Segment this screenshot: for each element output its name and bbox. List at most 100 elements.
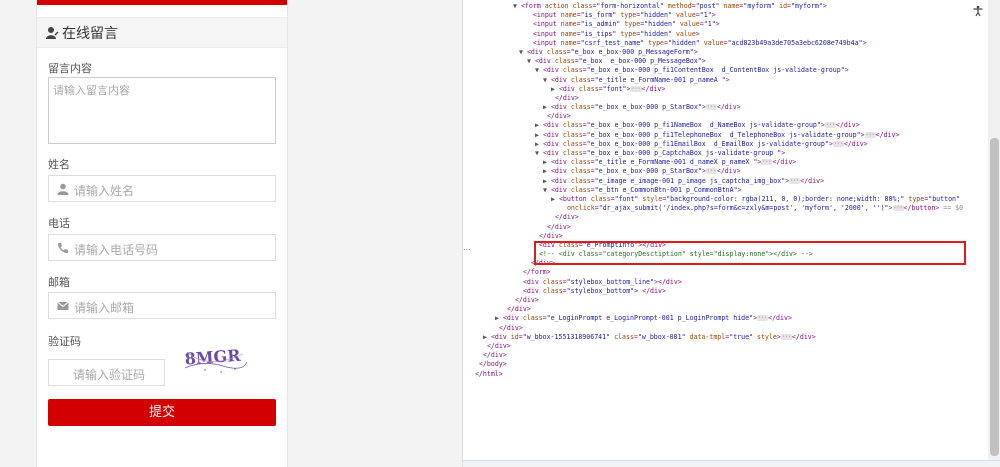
code-token: "form-horizontal" bbox=[596, 2, 664, 10]
dom-node-line[interactable]: </div> bbox=[463, 342, 983, 351]
dom-node-line[interactable]: <input name="csrf_test_name" type="hidde… bbox=[463, 39, 983, 48]
collapsed-content-ellipsis[interactable]: ··· bbox=[705, 168, 717, 175]
dom-node-line[interactable]: </body> bbox=[463, 360, 983, 369]
collapsed-triangle-icon[interactable]: ▶ bbox=[483, 333, 491, 341]
captcha-input[interactable]: 请输入验证码 bbox=[48, 359, 165, 386]
user-icon bbox=[46, 27, 59, 39]
expanded-triangle-icon[interactable]: ▼ bbox=[535, 66, 543, 74]
collapsed-content-ellipsis[interactable]: ··· bbox=[789, 177, 801, 184]
collapsed-triangle-icon[interactable]: ▶ bbox=[535, 131, 543, 139]
dom-node-line[interactable]: ▼ <div class="e_box e_box-000 p_MessageF… bbox=[463, 48, 983, 57]
collapsed-content-ellipsis[interactable]: ··· bbox=[757, 315, 769, 322]
dom-node-line[interactable]: onclick="dr_ajax_submit('/index.php?s=fo… bbox=[463, 204, 983, 213]
dom-node-line[interactable]: ▼ <div class="e_box e_box-000 p_fi1Conte… bbox=[463, 66, 983, 75]
dom-node-line[interactable]: </div> bbox=[463, 112, 983, 121]
collapsed-triangle-icon[interactable]: ▶ bbox=[543, 177, 551, 185]
dom-node-line[interactable]: ▶ <button class="font" style="background… bbox=[463, 195, 983, 204]
dom-node-line[interactable]: </div> bbox=[463, 324, 983, 333]
dom-node-line[interactable]: ▶ <div class="font">···</div> bbox=[463, 85, 983, 94]
expanded-triangle-icon[interactable]: ▼ bbox=[513, 2, 521, 10]
code-token: </div> bbox=[875, 130, 900, 139]
email-input[interactable]: 请输入邮箱 bbox=[48, 292, 276, 319]
dom-node-line[interactable]: ▼ <div class="e_box e_box-000 p_MessageB… bbox=[463, 57, 983, 66]
expanded-triangle-icon[interactable]: ▼ bbox=[519, 48, 527, 56]
code-token: "w_bbox-1551318906741" bbox=[522, 332, 611, 341]
dom-node-line[interactable]: </div> bbox=[463, 213, 983, 222]
code-token: <div bbox=[550, 75, 571, 84]
dom-node-line[interactable]: ▼ <div class="e_box e_box-000 p_CaptchaB… bbox=[463, 149, 983, 158]
collapsed-triangle-icon[interactable]: ▶ bbox=[543, 167, 551, 175]
collapsed-triangle-icon[interactable]: ▶ bbox=[535, 121, 543, 129]
dom-node-line[interactable]: ▼ <form action class="form-horizontal" m… bbox=[463, 2, 983, 11]
expanded-triangle-icon[interactable]: ▼ bbox=[535, 149, 543, 157]
collapsed-content-ellipsis[interactable]: ··· bbox=[864, 131, 876, 138]
collapsed-content-ellipsis[interactable]: ··· bbox=[892, 205, 904, 212]
collapsed-content-ellipsis[interactable]: ··· bbox=[761, 159, 773, 166]
dom-node-line[interactable]: </div> bbox=[463, 223, 983, 232]
dom-node-line[interactable]: </div> bbox=[463, 305, 983, 314]
dom-node-line[interactable]: <div class="stylebox_bottom_line"></div> bbox=[463, 278, 983, 287]
name-input[interactable]: 请输入姓名 bbox=[48, 175, 276, 202]
code-token: data-tmpl bbox=[685, 332, 726, 341]
code-token: <div bbox=[542, 130, 563, 139]
collapsed-content-ellipsis[interactable]: ··· bbox=[705, 104, 717, 111]
dom-node-line[interactable]: </div> bbox=[463, 351, 983, 360]
dom-node-line[interactable]: <div class="stylebox_bottom"> </div> bbox=[463, 287, 983, 296]
code-token: <div bbox=[550, 103, 571, 112]
code-token: <div bbox=[550, 158, 571, 167]
dom-node-line[interactable]: </form> bbox=[463, 268, 983, 277]
collapsed-triangle-icon[interactable]: ▶ bbox=[543, 103, 551, 111]
dom-node-line[interactable]: </div> bbox=[463, 232, 983, 241]
gutter-ellipsis[interactable]: ... bbox=[463, 243, 471, 252]
dom-node-line[interactable]: ▶ <div class="e_box e_box-000 p_StarBox"… bbox=[463, 103, 983, 112]
code-token: </html> bbox=[474, 369, 503, 378]
dom-node-line[interactable]: ▶ <div class="e_box e_box-000 p_StarBox"… bbox=[463, 167, 983, 176]
message-textarea[interactable]: 请输入留言内容 bbox=[48, 77, 276, 144]
collapsed-content-ellipsis[interactable]: ··· bbox=[630, 85, 642, 92]
expanded-triangle-icon[interactable]: ▼ bbox=[527, 57, 535, 65]
dom-node-line[interactable]: ▶ <div class="e_box e_box-000 p_fi1Email… bbox=[463, 140, 983, 149]
code-token: > bbox=[715, 20, 720, 29]
collapsed-content-ellipsis[interactable]: ··· bbox=[824, 122, 836, 129]
code-token: </div> bbox=[835, 121, 860, 130]
dom-node-line[interactable]: </html> bbox=[463, 370, 983, 379]
collapsed-triangle-icon[interactable]: ▶ bbox=[543, 158, 551, 166]
code-token: "button" bbox=[928, 194, 960, 203]
code-token: name bbox=[560, 38, 577, 47]
dom-node-line[interactable]: <input name="is_form" type="hidden" valu… bbox=[463, 11, 983, 20]
phone-input[interactable]: 请输入电话号码 bbox=[48, 234, 276, 261]
dom-node-line[interactable]: ▼ <div class="e_title e_FormName-001 p_n… bbox=[463, 76, 983, 85]
collapsed-content-ellipsis[interactable]: ··· bbox=[780, 333, 792, 340]
code-token: name bbox=[560, 29, 577, 38]
accessibility-icon[interactable] bbox=[970, 3, 986, 19]
collapsed-triangle-icon[interactable]: ▶ bbox=[551, 195, 559, 203]
code-token: "stylebox_bottom" bbox=[566, 286, 635, 295]
collapsed-triangle-icon[interactable]: ▶ bbox=[551, 85, 559, 93]
dom-node-line[interactable]: ▶ <div class="e_image e_image-001 p_imag… bbox=[463, 177, 983, 186]
dom-node-line[interactable]: ▼ <div class="e_btn e_CommonBtn-001 p_Co… bbox=[463, 186, 983, 195]
collapsed-content-ellipsis[interactable]: ··· bbox=[832, 140, 844, 147]
code-token: class bbox=[522, 314, 543, 323]
code-token: </div> bbox=[716, 167, 741, 176]
collapsed-triangle-icon[interactable]: ▶ bbox=[495, 314, 503, 322]
code-token: "e_LoginPrompt e_LoginPrompt-001 p_Login… bbox=[546, 314, 754, 323]
captcha-image[interactable]: 8MGR bbox=[183, 342, 249, 376]
expanded-triangle-icon[interactable]: ▼ bbox=[543, 186, 551, 194]
dom-node-line[interactable]: <input name="is_admin" type="hidden" val… bbox=[463, 20, 983, 29]
submit-button[interactable]: 提交 bbox=[48, 399, 276, 426]
dom-node-line[interactable]: <input name="is_tips" type="hidden" valu… bbox=[463, 30, 983, 39]
expanded-triangle-icon[interactable]: ▼ bbox=[543, 76, 551, 84]
form-header: 在线留言 bbox=[37, 17, 287, 48]
code-token: action class bbox=[544, 2, 593, 10]
message-form-card: 在线留言 留言内容 请输入留言内容 姓名 请输入姓名 电话 请输入电话号码 邮箱… bbox=[36, 0, 288, 467]
dom-node-line[interactable]: ▶ <div class="e_LoginPrompt e_LoginPromp… bbox=[463, 314, 983, 323]
dom-node-line[interactable]: </div> bbox=[463, 296, 983, 305]
dom-node-line[interactable]: ▶ <div class="e_box e_box-000 p_fi1NameB… bbox=[463, 121, 983, 130]
dom-node-line[interactable]: </div> bbox=[463, 94, 983, 103]
dom-node-line[interactable]: ▶ <div class="e_box e_box-000 p_fi1Telep… bbox=[463, 131, 983, 140]
scrollbar-thumb[interactable] bbox=[990, 138, 999, 456]
dom-node-line[interactable]: ▶ <div id="w_bbox-1551318906741" class="… bbox=[463, 333, 983, 342]
collapsed-triangle-icon[interactable]: ▶ bbox=[535, 140, 543, 148]
code-token: "hidden" bbox=[640, 11, 672, 20]
dom-node-line[interactable]: ▶ <div class="e_title e_FormName-001 d_n… bbox=[463, 158, 983, 167]
